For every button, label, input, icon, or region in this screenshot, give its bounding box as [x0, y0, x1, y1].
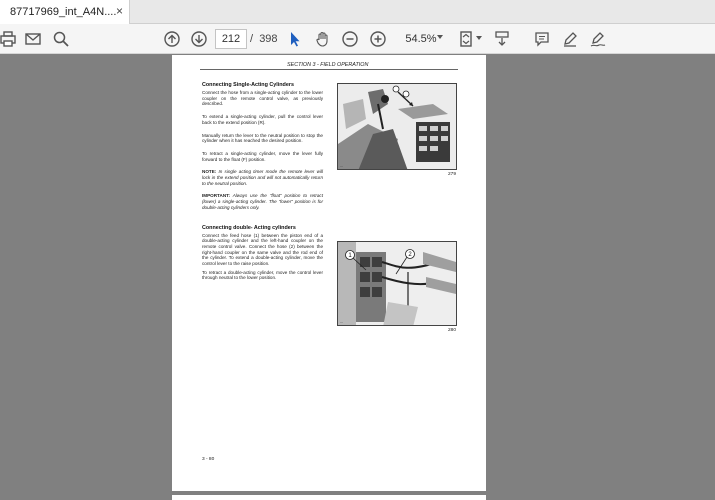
zoom-out-icon[interactable] — [340, 29, 360, 49]
search-icon[interactable] — [51, 29, 71, 49]
chevron-down-icon[interactable] — [437, 35, 443, 39]
fit-page-icon[interactable] — [456, 29, 476, 49]
hand-tool-icon[interactable] — [313, 29, 333, 49]
zoom-level-select[interactable]: 54.5% — [397, 29, 445, 49]
highlight-icon[interactable] — [560, 29, 580, 49]
zoom-in-icon[interactable] — [368, 29, 388, 49]
sign-icon[interactable] — [588, 29, 608, 49]
toolbar: 212 / 398 54.5% — [0, 24, 715, 54]
paragraph: To retract a single-acting cylinder, mov… — [202, 150, 323, 162]
text-column: Connecting Single-Acting Cylinders Conne… — [202, 82, 323, 288]
double-acting-heading: Connecting double- Acting cylinders — [202, 224, 296, 231]
document-tab[interactable]: 87717969_int_A4N.... × — [0, 0, 130, 24]
paragraph: To retract a double-acting cylinder, mov… — [202, 269, 323, 281]
page-down-icon[interactable] — [189, 29, 209, 49]
print-icon[interactable] — [0, 29, 18, 49]
paragraph: To extend a single-acting cylinder, pull… — [202, 114, 323, 125]
single-acting-heading: Connecting Single-Acting Cylinders — [202, 82, 294, 88]
page-up-icon[interactable] — [162, 29, 182, 49]
select-cursor-icon[interactable] — [285, 29, 305, 49]
paragraph: Connect the feed hose (1) between the pi… — [202, 232, 323, 267]
paragraph: Manually return the lever to the neutral… — [202, 132, 323, 144]
page-count: / 398 — [250, 33, 278, 45]
next-page — [172, 495, 486, 500]
header-rule — [200, 69, 458, 70]
document-page: SECTION 3 - FIELD OPERATION Connecting S… — [172, 55, 486, 491]
figure-couplers: 1 2 — — [337, 241, 457, 326]
figure-number: 280 — [448, 328, 457, 333]
figure-code: — — [340, 164, 343, 168]
mail-icon[interactable] — [23, 29, 43, 49]
scroll-mode-icon[interactable] — [492, 29, 512, 49]
section-header: SECTION 3 - FIELD OPERATION — [287, 62, 369, 68]
figure-control-lever: — — [337, 83, 457, 170]
close-icon[interactable]: × — [116, 4, 123, 18]
tab-title: 87717969_int_A4N.... — [10, 6, 117, 18]
chevron-down-icon[interactable] — [476, 36, 482, 40]
note-paragraph: NOTE: In single acting timer mode the re… — [202, 169, 323, 186]
figure-number: 279 — [448, 172, 457, 177]
comment-icon[interactable] — [532, 29, 552, 49]
important-paragraph: IMPORTANT: Always use the "float" positi… — [202, 193, 323, 210]
figure-code: — — [340, 320, 343, 324]
paragraph: Connect the hose from a single-acting cy… — [202, 90, 323, 107]
page-number: 3 - 80 — [202, 457, 215, 462]
page-number-input[interactable]: 212 — [215, 29, 247, 49]
tab-bar: 87717969_int_A4N.... × — [0, 0, 715, 24]
